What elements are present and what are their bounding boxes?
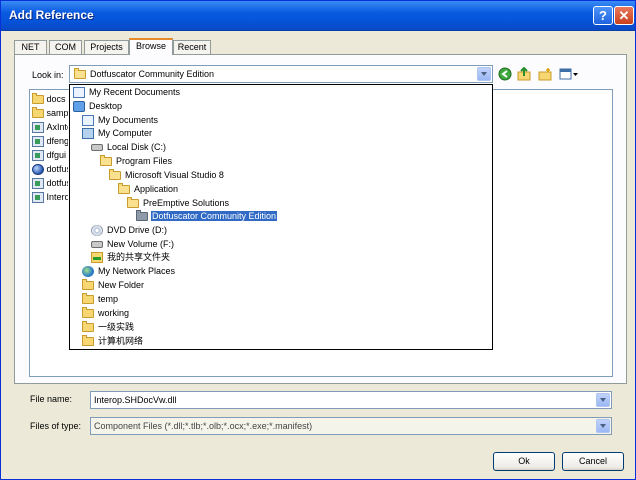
- list-item[interactable]: dfgui: [32, 149, 68, 162]
- dropdown-item-my-computer[interactable]: My Computer: [82, 127, 153, 140]
- file-name-label: File name:: [30, 394, 73, 404]
- chevron-down-icon[interactable]: [596, 419, 610, 433]
- folder-icon: [82, 335, 94, 347]
- tab-com[interactable]: COM: [49, 40, 82, 54]
- look-in-value: Dotfuscator Community Edition: [90, 69, 215, 79]
- dropdown-item-new-folder[interactable]: New Folder: [82, 279, 145, 292]
- dll-file-icon: [32, 136, 44, 148]
- cancel-button[interactable]: Cancel: [562, 452, 624, 471]
- dropdown-item-local-disk-c[interactable]: Local Disk (C:): [91, 141, 167, 154]
- hard-disk-icon: [91, 241, 103, 249]
- folder-open-icon: [136, 210, 148, 222]
- help-button[interactable]: ?: [593, 6, 613, 25]
- dropdown-item-dotfuscator-community-edition[interactable]: Dotfuscator Community Edition: [136, 210, 278, 223]
- dropdown-item-temp[interactable]: temp: [82, 293, 119, 306]
- list-item[interactable]: dfeng: [32, 135, 68, 148]
- folder-open-icon: [109, 169, 121, 181]
- files-of-type-label: Files of type:: [30, 421, 82, 431]
- globe-icon: [32, 164, 44, 176]
- files-of-type-select[interactable]: Component Files (*.dll;*.tlb;*.olb;*.ocx…: [90, 417, 612, 435]
- list-item[interactable]: AxInterop: [32, 121, 68, 134]
- dll-file-icon: [32, 122, 44, 134]
- dropdown-item-new-volume-f[interactable]: New Volume (F:): [91, 238, 175, 251]
- view-menu-icon[interactable]: [559, 67, 579, 81]
- folder-icon: [82, 279, 94, 291]
- my-computer-icon: [82, 128, 94, 140]
- list-item[interactable]: samples: [32, 107, 68, 120]
- dropdown-item-program-files[interactable]: Program Files: [100, 155, 173, 168]
- tab-recent[interactable]: Recent: [173, 40, 211, 54]
- tab-projects[interactable]: Projects: [84, 40, 129, 54]
- title-bar[interactable]: Add Reference ? ✕: [1, 1, 635, 31]
- dropdown-item-preemptive-solutions[interactable]: PreEmptive Solutions: [127, 197, 230, 210]
- ok-button[interactable]: Ok: [493, 452, 555, 471]
- add-reference-dialog: Add Reference ? ✕ NET COM Projects Brows…: [0, 0, 636, 480]
- folder-open-icon: [127, 197, 139, 209]
- dropdown-item-practice[interactable]: 一级实践: [82, 321, 135, 334]
- dropdown-item-shared-folder[interactable]: 我的共享文件夹: [91, 251, 171, 264]
- dll-file-icon: [32, 150, 44, 162]
- folder-icon: [32, 93, 44, 105]
- tab-browse[interactable]: Browse: [129, 38, 173, 55]
- tab-net[interactable]: NET: [14, 40, 47, 54]
- dll-file-icon: [32, 178, 44, 190]
- dropdown-item-working[interactable]: working: [82, 307, 130, 320]
- dvd-drive-icon: [91, 225, 103, 237]
- folder-icon: [32, 107, 44, 119]
- folder-icon: [82, 293, 94, 305]
- close-button[interactable]: ✕: [614, 6, 634, 25]
- dll-file-icon: [32, 192, 44, 204]
- look-in-dropdown-list[interactable]: My Recent Documents Desktop My Documents…: [69, 84, 493, 350]
- back-icon[interactable]: [498, 67, 512, 81]
- dropdown-item-computer-networks[interactable]: 计算机网络: [82, 335, 144, 348]
- chevron-down-icon[interactable]: [477, 67, 491, 81]
- shared-folder-icon: [91, 252, 103, 264]
- dropdown-item-my-network-places[interactable]: My Network Places: [82, 265, 176, 278]
- dropdown-item-my-recent-documents[interactable]: My Recent Documents: [73, 86, 181, 99]
- list-item[interactable]: dotfuscator: [32, 177, 68, 190]
- file-name-field[interactable]: Interop.SHDocVw.dll: [90, 391, 612, 409]
- look-in-combo[interactable]: Dotfuscator Community Edition: [69, 65, 493, 83]
- list-item[interactable]: dotfuscator: [32, 163, 68, 176]
- files-of-type-value: Component Files (*.dll;*.tlb;*.olb;*.ocx…: [94, 421, 313, 431]
- folder-icon: [82, 307, 94, 319]
- dropdown-item-my-documents[interactable]: My Documents: [82, 114, 159, 127]
- up-folder-icon[interactable]: [517, 67, 531, 81]
- list-item[interactable]: Interop: [32, 191, 68, 204]
- file-name-value: Interop.SHDocVw.dll: [94, 395, 177, 405]
- look-in-label: Look in:: [32, 70, 64, 80]
- desktop-icon: [73, 101, 85, 113]
- chevron-down-icon[interactable]: [596, 393, 610, 407]
- folder-open-icon: [74, 68, 86, 79]
- dialog-title: Add Reference: [9, 8, 94, 22]
- new-folder-icon[interactable]: [538, 67, 552, 81]
- dropdown-item-dvd-drive-d[interactable]: DVD Drive (D:): [91, 224, 168, 237]
- recent-documents-icon: [73, 87, 85, 99]
- network-places-icon: [82, 266, 94, 278]
- dropdown-item-application[interactable]: Application: [118, 183, 179, 196]
- dropdown-item-visual-studio-8[interactable]: Microsoft Visual Studio 8: [109, 169, 225, 182]
- folder-open-icon: [118, 183, 130, 195]
- folder-open-icon: [100, 155, 112, 167]
- dropdown-item-desktop[interactable]: Desktop: [73, 100, 123, 113]
- list-item[interactable]: docs: [32, 93, 68, 106]
- my-documents-icon: [82, 115, 94, 127]
- folder-icon: [82, 321, 94, 333]
- hard-disk-icon: [91, 144, 103, 152]
